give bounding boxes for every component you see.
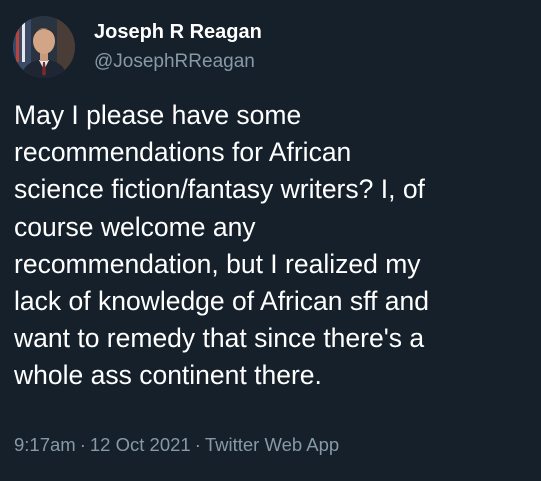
- avatar-portrait-icon: [13, 16, 75, 78]
- tweet-source[interactable]: Twitter Web App: [205, 434, 339, 455]
- display-name[interactable]: Joseph R Reagan: [94, 19, 262, 45]
- avatar[interactable]: [13, 16, 75, 78]
- meta-separator: ·: [194, 434, 201, 455]
- tweet-meta: 9:17am · 12 Oct 2021 · Twitter Web App: [14, 433, 339, 457]
- user-handle[interactable]: @JosephRReagan: [94, 50, 262, 74]
- tweet-date[interactable]: 12 Oct 2021: [90, 434, 191, 455]
- tweet-card: Joseph R Reagan @JosephRReagan May I ple…: [0, 0, 541, 481]
- tweet-text: May I please have some recommendations f…: [14, 100, 429, 391]
- tweet-time[interactable]: 9:17am: [14, 434, 76, 455]
- user-info: Joseph R Reagan @JosephRReagan: [94, 19, 262, 74]
- meta-separator: ·: [79, 434, 86, 455]
